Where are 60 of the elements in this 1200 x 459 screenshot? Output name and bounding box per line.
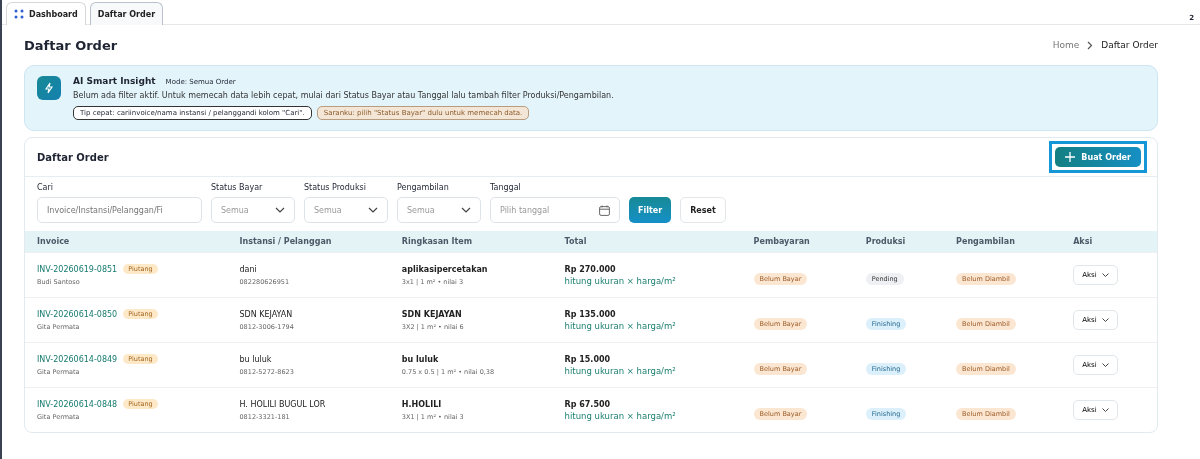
- column-header: Instansi / Pelanggan: [227, 231, 390, 253]
- invoice-link[interactable]: INV-20260614-0850: [37, 309, 118, 319]
- filter-label: Tanggal: [490, 183, 522, 192]
- filter-label: Status Bayar: [211, 183, 264, 192]
- lightning-icon: [37, 76, 61, 100]
- total-amount: Rp 67.500: [564, 399, 612, 409]
- chevron-down-icon: [461, 207, 471, 213]
- customer-name: bu luluk: [239, 354, 273, 364]
- invoice-link[interactable]: INV-20260614-0848: [37, 399, 118, 409]
- invoice-link[interactable]: INV-20260619-0851: [37, 264, 118, 274]
- column-header: Pembayaran: [741, 231, 854, 253]
- total-amount: Rp 270.000: [564, 264, 617, 274]
- total-amount: Rp 135.000: [564, 309, 617, 319]
- filter-label: Cari: [37, 183, 54, 192]
- insight-message: Belum ada filter aktif. Untuk memecah data lebih cepat, mulai dari Status Bayar atau Tanggal lalu tambah filter Produksi/Pengambilan.: [73, 91, 614, 100]
- breadcrumb-link[interactable]: Daftar Order: [1101, 40, 1158, 50]
- card-title: Daftar Order: [37, 151, 109, 163]
- column-header: Pengambilan: [944, 231, 1062, 253]
- select-field[interactable]: Semua: [397, 197, 481, 223]
- select-field[interactable]: Semua: [211, 197, 295, 223]
- calendar-icon: [599, 204, 610, 216]
- item-name: H.HOLILI: [401, 399, 443, 409]
- tab[interactable]: Daftar Order: [89, 2, 164, 25]
- customer-name: H. HOLILI BUGUL LOR: [239, 399, 327, 409]
- item-name: SDN KEJAYAN: [401, 309, 463, 319]
- invoice-link[interactable]: INV-20260614-0849: [37, 354, 118, 364]
- chevron-down-icon: [275, 207, 285, 213]
- insight-title: AI Smart Insight: [73, 76, 156, 86]
- chevron-right-icon: [1087, 40, 1094, 50]
- filter-label: Status Produksi: [304, 183, 367, 192]
- total-amount: Rp 15.000: [564, 354, 612, 364]
- filter-label: Pengambilan: [397, 183, 450, 192]
- column-header: Ringkasan Item: [389, 231, 553, 253]
- chevron-down-icon: [1101, 362, 1109, 368]
- create-order-button[interactable]: Buat Order: [1055, 147, 1141, 167]
- tab[interactable]: Dashboard: [6, 2, 86, 25]
- column-header: Aksi: [1061, 231, 1157, 253]
- item-name: bu luluk: [401, 354, 440, 364]
- page-title: Daftar Order: [24, 37, 118, 53]
- date-field[interactable]: Pilih tanggal: [490, 197, 620, 223]
- total-note: hitung ukuran × harga/m²: [564, 365, 677, 376]
- plus-icon: [1065, 152, 1076, 162]
- chevron-down-icon: [1101, 317, 1109, 323]
- customer-name: dani: [239, 264, 258, 274]
- column-header: Produksi: [853, 231, 945, 253]
- total-note: hitung ukuran × harga/m²: [564, 275, 677, 286]
- customer-name: SDN KEJAYAN: [239, 309, 294, 319]
- total-note: hitung ukuran × harga/m²: [564, 320, 677, 331]
- filter-button[interactable]: Filter: [629, 197, 672, 223]
- item-name: aplikasipercetakan: [401, 264, 489, 274]
- chevron-down-icon: [368, 207, 378, 213]
- reset-button[interactable]: Reset: [680, 197, 726, 223]
- chevron-down-icon: [1101, 407, 1109, 413]
- column-header: Invoice: [25, 231, 228, 253]
- select-field[interactable]: Semua: [304, 197, 388, 223]
- column-header: Total: [552, 231, 742, 253]
- breadcrumb-link[interactable]: Home: [1052, 40, 1080, 50]
- total-note: hitung ukuran × harga/m²: [564, 410, 677, 421]
- chevron-down-icon: [1101, 272, 1109, 278]
- search-field[interactable]: Invoice/Instansi/Pelanggan/Fi: [37, 197, 202, 223]
